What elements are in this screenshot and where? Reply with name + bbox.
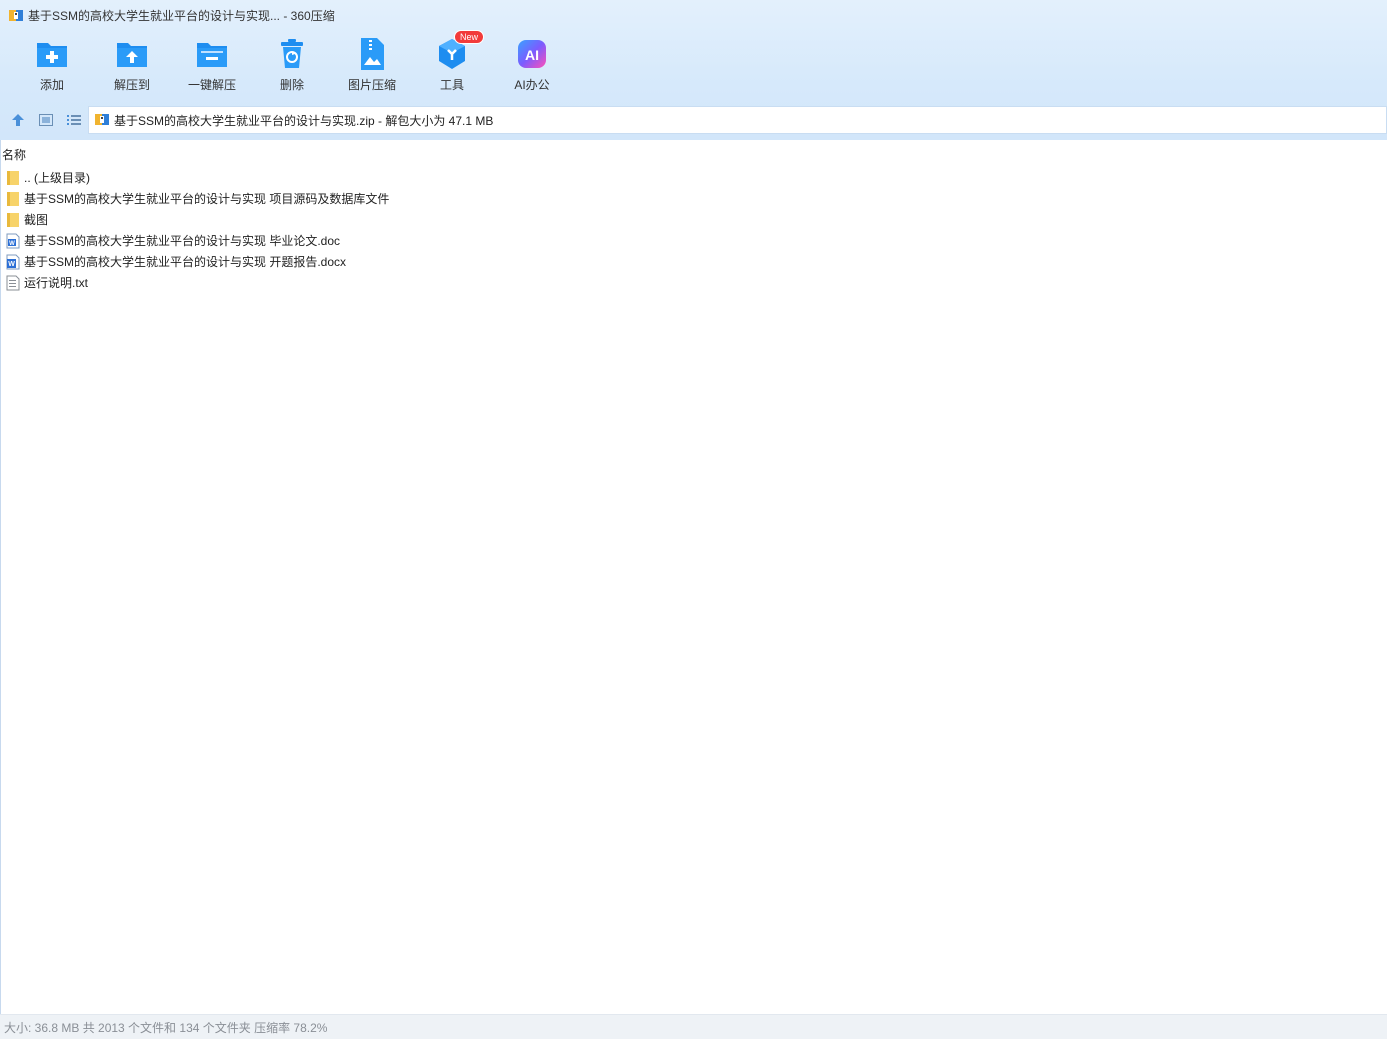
new-badge: New xyxy=(454,30,485,44)
address-text: 基于SSM的高校大学生就业平台的设计与实现.zip - 解包大小为 47.1 M… xyxy=(114,113,494,128)
tools-label: 工具 xyxy=(439,78,464,92)
list-item[interactable]: W 基于SSM的高校大学生就业平台的设计与实现 开题报告.docx xyxy=(6,251,389,272)
folder-icon xyxy=(6,212,20,228)
file-name: 基于SSM的高校大学生就业平台的设计与实现 毕业论文.doc xyxy=(24,234,341,248)
address-bar[interactable]: 基于SSM的高校大学生就业平台的设计与实现.zip - 解包大小为 47.1 M… xyxy=(88,106,1387,134)
one-click-extract-icon xyxy=(194,36,230,72)
list-item[interactable]: 运行说明.txt xyxy=(6,272,389,293)
svg-text:W: W xyxy=(9,241,15,247)
delete-icon xyxy=(274,36,310,72)
up-arrow-icon[interactable] xyxy=(10,112,26,128)
ai-office-label: AI办公 xyxy=(514,78,550,92)
file-name: 截图 xyxy=(24,213,49,227)
title-bar[interactable]: 基于SSM的高校大学生就业平台的设计与实现... - 360压缩 xyxy=(0,0,1387,30)
extract-to-button[interactable]: 解压到 xyxy=(92,36,172,98)
folder-icon xyxy=(6,170,20,186)
list-item[interactable]: 基于SSM的高校大学生就业平台的设计与实现 项目源码及数据库文件 xyxy=(6,188,389,209)
column-header-name[interactable]: 名称 xyxy=(1,146,26,164)
image-compress-button[interactable]: 图片压缩 xyxy=(332,36,412,98)
one-click-extract-button[interactable]: 一键解压 xyxy=(172,36,252,98)
folder-icon xyxy=(6,191,20,207)
delete-label: 删除 xyxy=(279,78,304,92)
word-doc-icon: W xyxy=(6,233,20,249)
svg-text:W: W xyxy=(8,261,15,268)
toolbar: 添加 解压到 一键解压 删除 图片压缩 New 工具 AI AI办公 xyxy=(12,30,572,98)
delete-button[interactable]: 删除 xyxy=(252,36,332,98)
extract-to-label: 解压到 xyxy=(113,78,150,92)
ai-office-button[interactable]: AI AI办公 xyxy=(492,36,572,98)
archive-app-icon xyxy=(8,7,24,23)
image-compress-label: 图片压缩 xyxy=(347,78,396,92)
add-folder-icon xyxy=(34,36,70,72)
thumbnail-view-icon[interactable] xyxy=(38,112,54,128)
add-button[interactable]: 添加 xyxy=(12,36,92,98)
app-window: 基于SSM的高校大学生就业平台的设计与实现... - 360压缩 添加 解压到 … xyxy=(0,0,1387,1039)
status-text: 大小: 36.8 MB 共 2013 个文件和 134 个文件夹 压缩率 78.… xyxy=(4,1020,328,1035)
image-compress-icon xyxy=(354,36,390,72)
file-name: 基于SSM的高校大学生就业平台的设计与实现 项目源码及数据库文件 xyxy=(24,192,390,206)
file-rows: .. (上级目录) 基于SSM的高校大学生就业平台的设计与实现 项目源码及数据库… xyxy=(6,167,389,293)
ai-office-icon: AI xyxy=(514,36,550,72)
add-button-label: 添加 xyxy=(39,78,64,92)
archive-file-icon xyxy=(94,111,110,130)
status-bar: 大小: 36.8 MB 共 2013 个文件和 134 个文件夹 压缩率 78.… xyxy=(0,1014,1387,1039)
file-name: 运行说明.txt xyxy=(24,276,89,290)
text-file-icon xyxy=(6,275,20,291)
svg-text:AI: AI xyxy=(525,47,539,63)
file-name: .. (上级目录) xyxy=(24,171,90,185)
one-click-extract-label: 一键解压 xyxy=(187,78,236,92)
file-list[interactable]: 名称 .. (上级目录) 基于SSM的高校大学生就业平台的设计与实现 项目源码及… xyxy=(0,140,1387,1014)
tools-button[interactable]: New 工具 xyxy=(412,30,492,98)
extract-to-icon xyxy=(114,36,150,72)
view-controls xyxy=(0,112,88,128)
list-item-parent-dir[interactable]: .. (上级目录) xyxy=(6,167,389,188)
list-item[interactable]: 截图 xyxy=(6,209,389,230)
window-title: 基于SSM的高校大学生就业平台的设计与实现... - 360压缩 xyxy=(28,8,335,23)
list-view-icon[interactable] xyxy=(66,112,82,128)
word-docx-icon: W xyxy=(6,254,20,270)
file-name: 基于SSM的高校大学生就业平台的设计与实现 开题报告.docx xyxy=(24,255,347,269)
header-area: 基于SSM的高校大学生就业平台的设计与实现... - 360压缩 添加 解压到 … xyxy=(0,0,1387,140)
navigation-row: 基于SSM的高校大学生就业平台的设计与实现.zip - 解包大小为 47.1 M… xyxy=(0,106,1387,134)
list-item[interactable]: W 基于SSM的高校大学生就业平台的设计与实现 毕业论文.doc xyxy=(6,230,389,251)
